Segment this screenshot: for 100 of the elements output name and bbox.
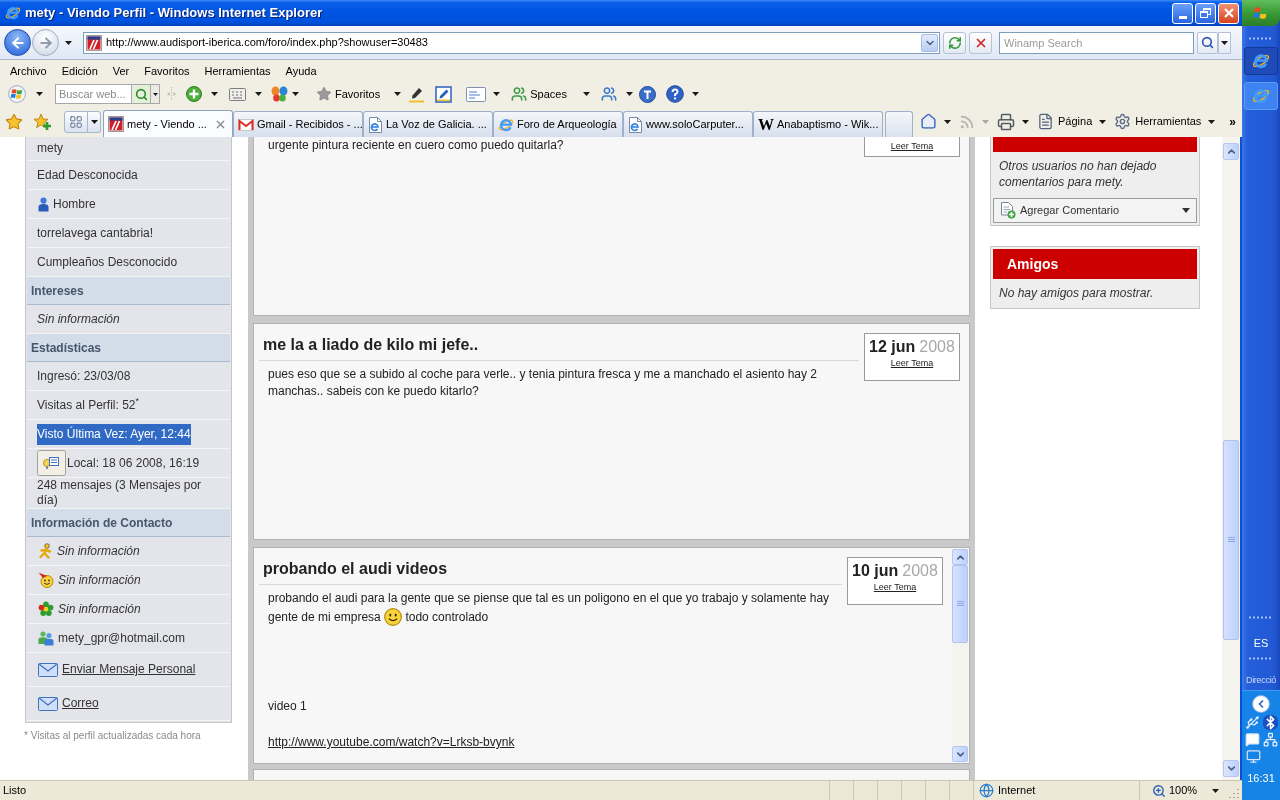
address-field[interactable]: http://www.audisport-iberica.com/foro/index.php?showuser=30483 <box>83 31 940 54</box>
search-icon <box>1201 36 1214 49</box>
language-indicator[interactable]: ES <box>1253 637 1269 650</box>
stop-button[interactable] <box>969 31 992 54</box>
profile-text: 248 mensajes (3 Mensajes por día) <box>37 478 203 508</box>
show-hidden-icons-button[interactable] <box>1252 695 1270 713</box>
spaces-button[interactable]: Spaces <box>511 84 590 104</box>
network-icon[interactable] <box>1262 732 1278 747</box>
favorites-button[interactable]: Favoritos <box>316 84 402 104</box>
plus-icon[interactable] <box>186 86 202 102</box>
caret-icon[interactable] <box>1221 40 1228 45</box>
caret-icon[interactable] <box>394 92 402 96</box>
pen-icon[interactable] <box>408 85 426 103</box>
usb-icon[interactable] <box>1244 715 1260 730</box>
caret-icon[interactable] <box>36 92 43 96</box>
caret-icon[interactable] <box>90 119 98 124</box>
menu-item[interactable]: Herramientas <box>199 62 276 80</box>
toolbar-label: Direcció <box>1245 674 1277 686</box>
four-pane-flag-icon[interactable] <box>8 85 26 103</box>
command-menu-button[interactable]: Herramientas <box>1114 110 1216 133</box>
read-topic-link[interactable]: Leer Tema <box>890 358 934 369</box>
profile-text: Sin información <box>58 601 141 617</box>
disc-icon[interactable] <box>638 85 656 103</box>
tab[interactable]: La Voz de Galicia. ... <box>363 111 493 137</box>
page-icon <box>368 116 383 133</box>
person-icon <box>38 196 49 212</box>
read-topic-link[interactable]: Leer Tema <box>890 141 934 152</box>
monitor-icon[interactable] <box>1245 749 1261 764</box>
grip-icon <box>1227 537 1235 543</box>
minimize-button[interactable] <box>1172 2 1193 24</box>
favicon-icon <box>86 34 102 51</box>
scroll-down-button[interactable] <box>1223 760 1239 777</box>
caret-icon[interactable] <box>582 92 590 96</box>
speech-bubble-icon[interactable] <box>1244 732 1260 747</box>
restore-button[interactable] <box>1195 2 1216 24</box>
menu-item[interactable]: Ayuda <box>280 62 322 80</box>
flower-icon <box>38 601 54 617</box>
caret-icon[interactable] <box>1212 788 1220 793</box>
mail-link[interactable]: Enviar Mensaje Personal <box>62 662 196 677</box>
search-options-button[interactable] <box>1218 31 1231 54</box>
more-commands-button[interactable]: » <box>1229 114 1236 129</box>
search-icon <box>134 87 148 101</box>
scroll-up-button[interactable] <box>952 549 968 565</box>
menu-item[interactable]: Favoritos <box>139 62 195 80</box>
back-button[interactable] <box>4 29 31 56</box>
caret-icon[interactable] <box>493 92 501 96</box>
people-icon[interactable] <box>600 86 617 102</box>
tab[interactable]: Gmail - Recibidos - ... <box>233 111 363 137</box>
web-search-button[interactable] <box>132 84 151 104</box>
card-icon[interactable] <box>466 86 487 102</box>
menu-item[interactable]: Edición <box>56 62 103 80</box>
close-button[interactable] <box>1218 2 1239 24</box>
caret-icon[interactable] <box>1208 119 1216 124</box>
bluetooth-icon[interactable] <box>1262 715 1278 730</box>
caret-icon[interactable] <box>211 92 218 96</box>
caret-icon[interactable] <box>292 92 299 96</box>
caret-icon[interactable] <box>691 92 699 96</box>
address-dropdown-button[interactable] <box>921 33 938 52</box>
tab[interactable]: mety - Viendo ... <box>103 110 233 137</box>
scrollbar-thumb[interactable] <box>952 565 968 643</box>
scroll-up-button[interactable] <box>1223 143 1239 160</box>
keyboard-icon[interactable] <box>229 87 246 101</box>
add-comment-dropdown[interactable]: Agregar Comentario <box>993 198 1197 223</box>
tab[interactable]: www.soloCarputer... <box>623 111 753 137</box>
help-icon[interactable] <box>665 85 684 103</box>
web-search-options-button[interactable] <box>151 84 160 104</box>
caret-icon[interactable] <box>1099 119 1107 124</box>
star-icon[interactable] <box>5 112 23 131</box>
menu-item[interactable]: Ver <box>107 62 135 80</box>
post-link[interactable]: http://www.youtube.com/watch?v=Lrksb-bvynk <box>268 735 515 749</box>
caret-icon[interactable] <box>65 40 72 45</box>
scrollbar-thumb[interactable] <box>1223 440 1239 640</box>
taskbar-button[interactable] <box>1244 47 1278 75</box>
read-topic-link[interactable]: Leer Tema <box>873 582 917 593</box>
search-button[interactable] <box>1197 31 1218 54</box>
feed-icon <box>959 113 975 130</box>
add-favorite-icon[interactable] <box>33 112 51 131</box>
tab[interactable]: W Anabaptismo - Wik... <box>753 111 883 137</box>
tab-list-button[interactable] <box>88 110 101 133</box>
caret-icon[interactable] <box>255 92 262 96</box>
caret-icon[interactable] <box>1022 119 1029 124</box>
refresh-button[interactable] <box>943 31 966 54</box>
home-icon <box>920 113 937 130</box>
command-menu-button[interactable]: Página <box>1037 110 1107 133</box>
scroll-down-button[interactable] <box>952 746 968 762</box>
start-button[interactable] <box>1242 0 1280 26</box>
mail-link[interactable]: Correo <box>62 696 99 711</box>
edit-icon[interactable] <box>435 85 453 103</box>
zoom-button[interactable]: 100% <box>1139 781 1225 800</box>
search-field[interactable]: Winamp Search <box>999 31 1194 54</box>
tab[interactable]: Foro de Arqueología <box>493 111 623 137</box>
caret-icon[interactable] <box>944 119 951 124</box>
caret-icon[interactable] <box>625 92 633 96</box>
browser-logo-icon <box>498 116 514 133</box>
security-zone-text: Internet <box>998 783 1036 799</box>
butterfly-icon[interactable] <box>271 86 288 102</box>
minimize-icon <box>1178 15 1187 19</box>
menu-item[interactable]: Archivo <box>5 62 52 80</box>
printer-icon <box>997 112 1015 131</box>
web-search-field[interactable]: Buscar web... <box>55 84 132 104</box>
